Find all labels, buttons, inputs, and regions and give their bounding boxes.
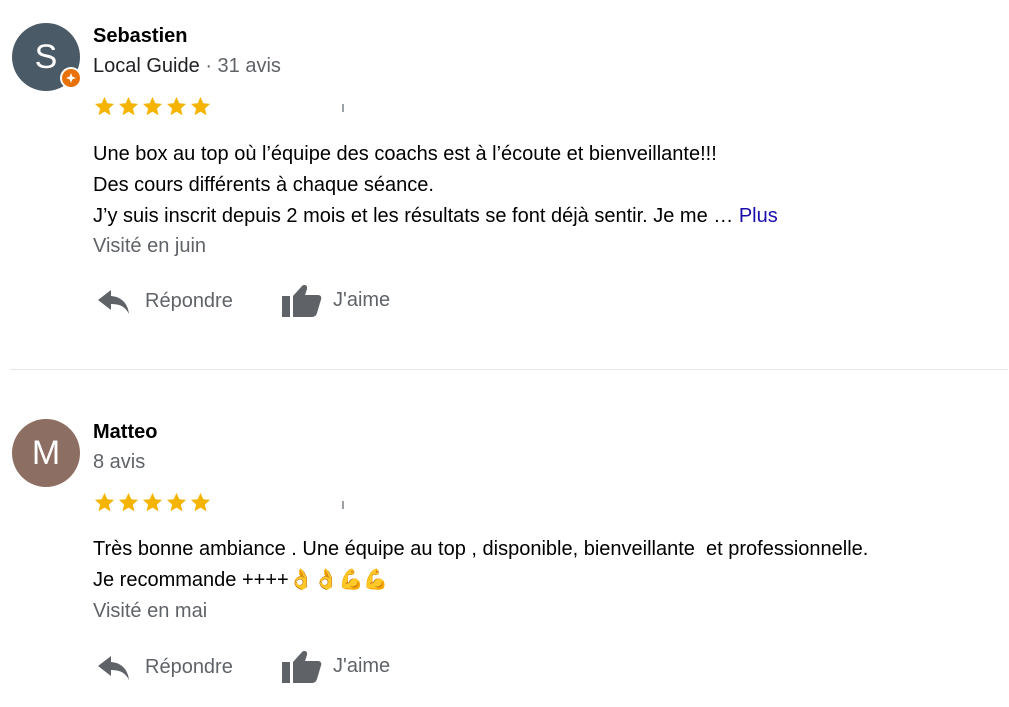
star-icon: [94, 96, 115, 116]
avatar[interactable]: S: [12, 23, 82, 91]
star-icon: [190, 492, 211, 512]
review-text: Très bonne ambiance . Une équipe au top …: [93, 534, 868, 596]
local-guide-label: Local Guide: [93, 55, 200, 77]
divider-mark: [342, 104, 344, 112]
star-rating: [93, 491, 212, 515]
review-text-line: Très bonne ambiance . Une équipe au top …: [93, 538, 869, 560]
reply-label: Répondre: [145, 655, 233, 678]
like-button[interactable]: J'aime: [282, 648, 390, 684]
visited-date: Visité en mai: [93, 600, 208, 622]
reply-button[interactable]: Répondre: [97, 285, 233, 317]
reviewer-meta: Local Guide · 31 avis: [93, 55, 281, 78]
thumbs-up-icon: [282, 285, 322, 317]
reply-arrow-icon: [98, 656, 129, 680]
reply-arrow-icon: [98, 290, 129, 314]
review-count: 8 avis: [93, 451, 146, 473]
star-icon: [166, 492, 187, 512]
reviewer-meta: 8 avis: [93, 451, 145, 474]
star-icon: [118, 492, 139, 512]
reply-label: Répondre: [145, 289, 233, 312]
more-link[interactable]: Plus: [739, 205, 778, 227]
local-guide-badge-icon: [60, 67, 82, 89]
review-count: · 31 avis: [205, 55, 281, 77]
review-text-line: J’y suis inscrit depuis 2 mois et les ré…: [93, 205, 739, 227]
reviewer-name[interactable]: Matteo: [93, 421, 157, 444]
review-card: S Sebastien Local Guide · 31 avis Une bo…: [0, 0, 1009, 369]
thumbs-up-icon: [282, 651, 322, 683]
star-icon: [142, 492, 163, 512]
like-button[interactable]: J'aime: [282, 282, 390, 318]
reply-button[interactable]: Répondre: [97, 651, 233, 683]
review-text-line-last: J’y suis inscrit depuis 2 mois et les ré…: [93, 201, 778, 232]
star-rating: [93, 95, 212, 119]
visited-date: Visité en juin: [93, 235, 207, 257]
review-text: Une box au top où l’équipe des coachs es…: [93, 139, 778, 232]
avatar-initial: M: [31, 434, 61, 472]
review-text-line: Des cours différents à chaque séance.: [93, 174, 434, 196]
avatar-initial: S: [34, 38, 58, 76]
avatar[interactable]: M: [12, 419, 80, 487]
star-icon: [142, 96, 163, 116]
like-label: J'aime: [333, 654, 391, 677]
star-icon: [118, 96, 139, 116]
divider-mark: [342, 501, 344, 509]
reviewer-name[interactable]: Sebastien: [93, 25, 187, 48]
review-text-line: Une box au top où l’équipe des coachs es…: [93, 143, 717, 165]
like-label: J'aime: [333, 288, 391, 311]
review-text-line: Je recommande ++++👌👌💪💪: [93, 569, 389, 591]
star-icon: [166, 96, 187, 116]
review-card: M Matteo 8 avis Très bonne ambiance . Un…: [0, 370, 1009, 707]
star-icon: [190, 96, 211, 116]
star-icon: [94, 492, 115, 512]
